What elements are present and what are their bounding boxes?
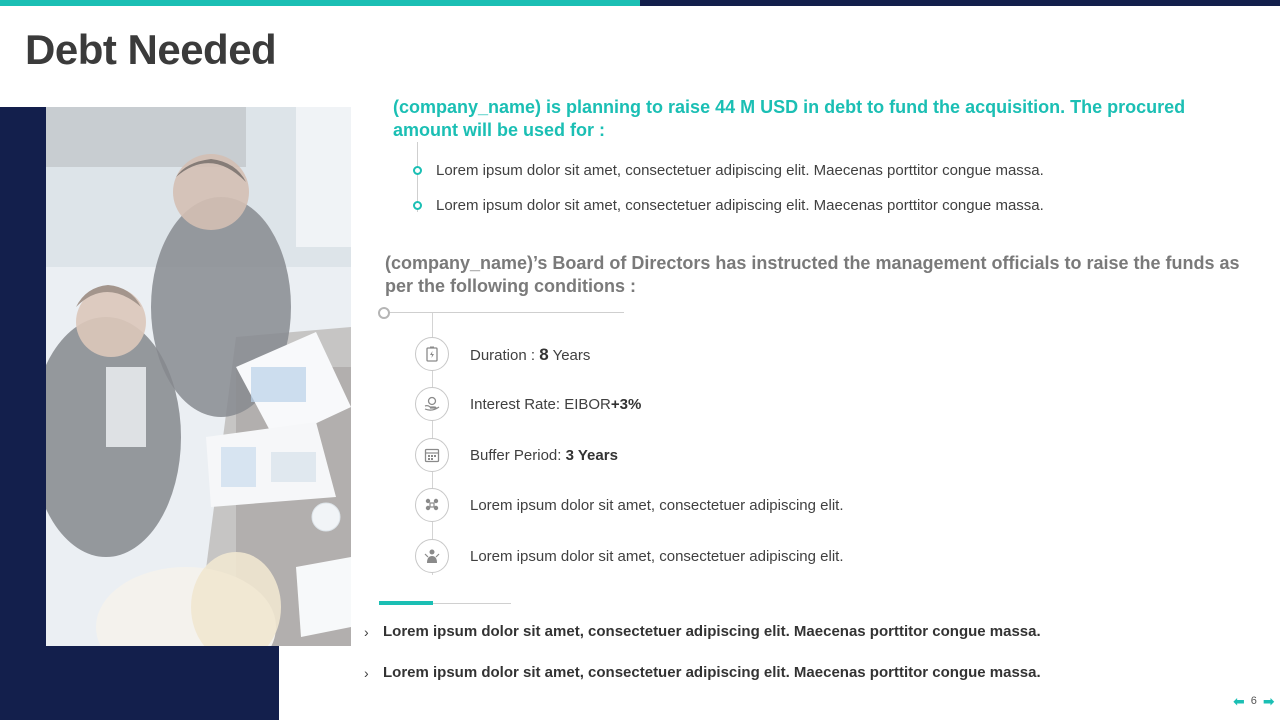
presenter-icon: [415, 539, 449, 573]
arrow-left-icon[interactable]: ⬅: [1233, 694, 1245, 708]
purpose-bullet: Lorem ipsum dolor sit amet, consectetuer…: [436, 162, 1044, 179]
condition-item: Lorem ipsum dolor sit amet, consectetuer…: [470, 548, 844, 565]
board-instruction-heading: (company_name)’s Board of Directors has …: [385, 253, 1240, 296]
bottom-point: Lorem ipsum dolor sit amet, consectetuer…: [383, 664, 1041, 681]
calendar-icon: [415, 438, 449, 472]
page-title: Debt Needed: [25, 26, 277, 73]
condition-item: Lorem ipsum dolor sit amet, consectetuer…: [470, 497, 844, 514]
arrow-right-icon[interactable]: ➡: [1263, 694, 1275, 708]
condition-value: 3 Years: [565, 447, 618, 464]
divider-circle-icon: [378, 307, 390, 319]
page-number: 6: [1250, 695, 1257, 707]
page-navigation: ⬅ 6 ➡: [1233, 694, 1275, 708]
bottom-accent-bar: [379, 601, 433, 605]
condition-buffer-period: Buffer Period: 3 Years: [470, 447, 618, 464]
condition-value: +3%: [610, 396, 642, 413]
condition-label: Interest Rate: EIBOR: [470, 396, 611, 413]
bullet-circle-icon: [413, 201, 422, 210]
condition-interest-rate: Interest Rate: EIBOR+3%: [470, 396, 641, 413]
chevron-right-icon: ›: [364, 665, 369, 681]
purpose-bullet: Lorem ipsum dolor sit amet, consectetuer…: [436, 197, 1044, 214]
condition-suffix: Years: [548, 347, 591, 364]
bullet-circle-icon: [413, 166, 422, 175]
hand-coin-icon: [415, 387, 449, 421]
condition-label: Buffer Period:: [470, 447, 566, 464]
team-icon: [415, 488, 449, 522]
business-meeting-photo: [46, 107, 351, 646]
intro-heading: (company_name) is planning to raise 44 M…: [393, 97, 1186, 140]
condition-value: 8: [539, 345, 549, 364]
top-accent-bar-navy: [640, 0, 1280, 6]
top-accent-bar-teal: [0, 0, 640, 6]
conditions-divider: [388, 312, 624, 313]
chevron-right-icon: ›: [364, 624, 369, 640]
condition-duration: Duration : 8 Years: [470, 345, 590, 365]
battery-icon: [415, 337, 449, 371]
bottom-point: Lorem ipsum dolor sit amet, consectetuer…: [383, 623, 1041, 640]
condition-label: Duration :: [470, 347, 540, 364]
